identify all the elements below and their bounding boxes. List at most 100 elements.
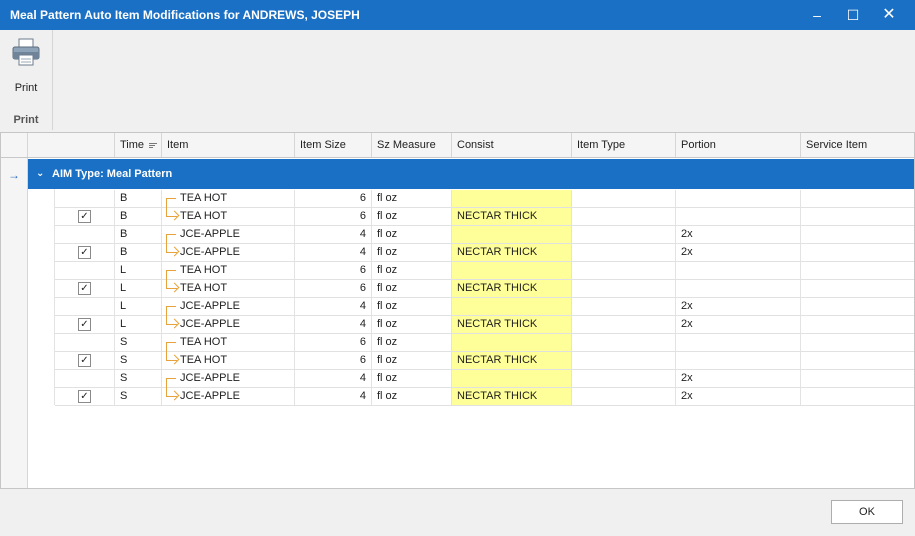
ribbon-group-label: Print [13, 114, 39, 126]
cell-item-size: 4 [295, 316, 372, 333]
group-row[interactable]: ⌄ AIM Type: Meal Pattern [28, 159, 914, 189]
cell-item-size: 6 [295, 208, 372, 225]
maximize-button[interactable]: ☐ [835, 0, 871, 30]
table-row[interactable]: S TEA HOT 6 fl oz [55, 334, 914, 352]
ok-button[interactable]: OK [831, 500, 903, 524]
data-grid: Time Item Item Size Sz Measure Consist I… [0, 132, 915, 489]
item-name: JCE-APPLE [180, 372, 240, 384]
cell-item-size: 4 [295, 226, 372, 243]
cell-checkbox: ✓ [55, 280, 115, 297]
cell-consist: NECTAR THICK [452, 208, 572, 225]
cell-time: B [115, 190, 162, 207]
cell-item-type [572, 280, 676, 297]
link-start-icon [162, 298, 180, 316]
cell-sz-measure: fl oz [372, 244, 452, 261]
cell-portion [676, 190, 801, 207]
column-header-consist[interactable]: Consist [452, 133, 572, 157]
table-row[interactable]: L TEA HOT 6 fl oz [55, 262, 914, 280]
table-row[interactable]: ✓ L TEA HOT 6 fl oz NECTAR THICK [55, 280, 914, 298]
column-header-label: Time [120, 139, 145, 151]
cell-service-item [801, 334, 914, 351]
item-name: JCE-APPLE [180, 228, 240, 240]
cell-service-item [801, 280, 914, 297]
cell-consist [452, 226, 572, 243]
cell-item: JCE-APPLE [162, 388, 295, 405]
cell-sz-measure: fl oz [372, 334, 452, 351]
link-start-icon [162, 262, 180, 280]
row-checkbox[interactable]: ✓ [78, 246, 91, 259]
row-checkbox[interactable]: ✓ [78, 318, 91, 331]
column-header-portion[interactable]: Portion [676, 133, 801, 157]
cell-sz-measure: fl oz [372, 280, 452, 297]
print-button-label: Print [14, 82, 38, 94]
cell-service-item [801, 388, 914, 405]
window-title: Meal Pattern Auto Item Modifications for… [10, 8, 360, 22]
column-header-time[interactable]: Time [115, 133, 162, 157]
row-checkbox[interactable]: ✓ [78, 210, 91, 223]
cell-consist: NECTAR THICK [452, 388, 572, 405]
cell-item-type [572, 388, 676, 405]
link-end-icon [162, 352, 180, 369]
item-name: TEA HOT [180, 336, 228, 348]
cell-item: TEA HOT [162, 208, 295, 225]
cell-checkbox [55, 226, 115, 243]
cell-consist: NECTAR THICK [452, 244, 572, 261]
cell-item-size: 4 [295, 388, 372, 405]
cell-time: S [115, 334, 162, 351]
column-header-sz-measure[interactable]: Sz Measure [372, 133, 452, 157]
table-row[interactable]: ✓ B JCE-APPLE 4 fl oz NECTAR THICK 2x [55, 244, 914, 262]
link-end-icon [162, 280, 180, 297]
cell-item-size: 6 [295, 352, 372, 369]
cell-consist [452, 370, 572, 387]
table-row[interactable]: S JCE-APPLE 4 fl oz 2x [55, 370, 914, 388]
item-name: JCE-APPLE [180, 300, 240, 312]
chevron-down-icon[interactable]: ⌄ [36, 168, 44, 179]
cell-item: JCE-APPLE [162, 316, 295, 333]
link-start-icon [162, 190, 180, 208]
table-row[interactable]: ✓ L JCE-APPLE 4 fl oz NECTAR THICK 2x [55, 316, 914, 334]
cell-consist [452, 190, 572, 207]
cell-sz-measure: fl oz [372, 262, 452, 279]
cell-time: S [115, 352, 162, 369]
table-row[interactable]: B JCE-APPLE 4 fl oz 2x [55, 226, 914, 244]
cell-item-type [572, 208, 676, 225]
footer: OK [0, 489, 915, 536]
arrow-right-icon: → [8, 168, 20, 182]
item-name: JCE-APPLE [180, 246, 240, 258]
column-header-service-item[interactable]: Service Item [801, 133, 914, 157]
minimize-button[interactable]: – [799, 0, 835, 30]
print-button[interactable]: Print [3, 34, 49, 96]
row-checkbox[interactable]: ✓ [78, 282, 91, 295]
table-row[interactable]: ✓ S TEA HOT 6 fl oz NECTAR THICK [55, 352, 914, 370]
table-row[interactable]: ✓ S JCE-APPLE 4 fl oz NECTAR THICK 2x [55, 388, 914, 406]
cell-checkbox: ✓ [55, 388, 115, 405]
link-end-icon [162, 388, 180, 405]
close-button[interactable]: ✕ [871, 0, 907, 30]
table-row[interactable]: ✓ B TEA HOT 6 fl oz NECTAR THICK [55, 208, 914, 226]
item-name: JCE-APPLE [180, 390, 240, 402]
cell-item-size: 4 [295, 298, 372, 315]
column-header-item-type[interactable]: Item Type [572, 133, 676, 157]
table-row[interactable]: B TEA HOT 6 fl oz [55, 190, 914, 208]
item-name: TEA HOT [180, 264, 228, 276]
item-name: TEA HOT [180, 210, 228, 222]
cell-item: JCE-APPLE [162, 370, 295, 388]
cell-checkbox [55, 334, 115, 351]
row-checkbox[interactable]: ✓ [78, 354, 91, 367]
cell-time: S [115, 370, 162, 387]
ribbon-group-print: Print Print [0, 30, 53, 130]
cell-item-type [572, 316, 676, 333]
cell-time: L [115, 280, 162, 297]
column-header-item-size[interactable]: Item Size [295, 133, 372, 157]
cell-sz-measure: fl oz [372, 316, 452, 333]
link-end-icon [162, 244, 180, 261]
group-row-label: AIM Type: Meal Pattern [52, 168, 173, 180]
row-checkbox[interactable]: ✓ [78, 390, 91, 403]
cell-item: JCE-APPLE [162, 298, 295, 316]
cell-item-type [572, 298, 676, 315]
cell-time: L [115, 262, 162, 279]
cell-item: TEA HOT [162, 334, 295, 352]
table-row[interactable]: L JCE-APPLE 4 fl oz 2x [55, 298, 914, 316]
cell-checkbox: ✓ [55, 208, 115, 225]
column-header-item[interactable]: Item [162, 133, 295, 157]
